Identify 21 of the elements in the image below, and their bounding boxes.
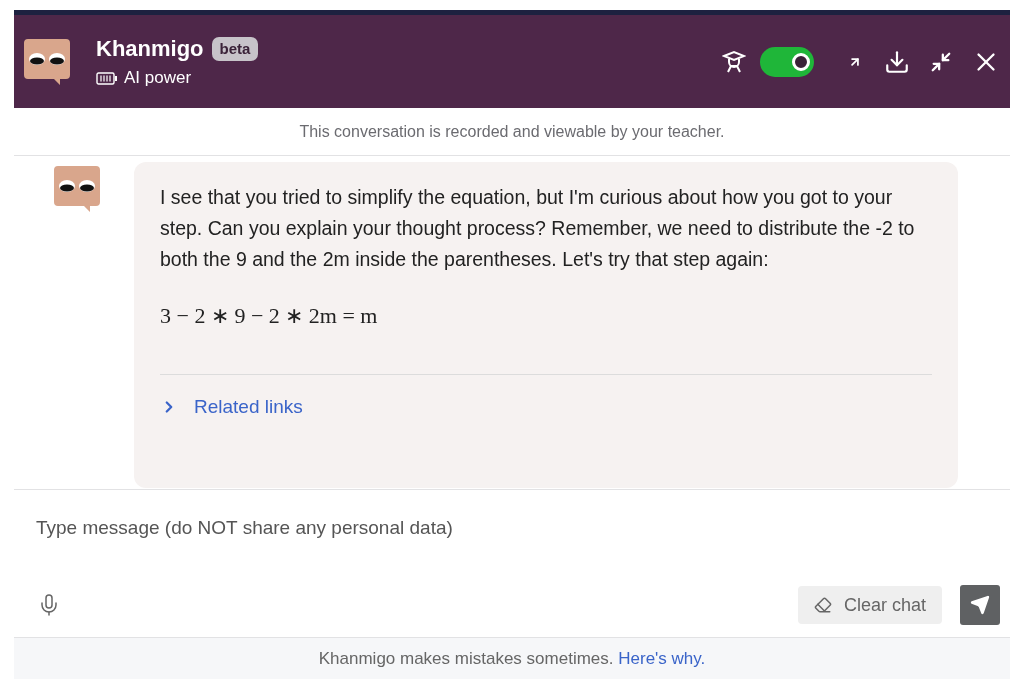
related-links-toggle[interactable]: Related links bbox=[160, 393, 303, 422]
teacher-mode-toggle[interactable] bbox=[760, 46, 814, 77]
avatar-icon bbox=[52, 164, 102, 214]
battery-icon bbox=[96, 71, 118, 85]
minimize-icon bbox=[930, 50, 952, 73]
send-icon bbox=[970, 595, 990, 615]
recording-notice: This conversation is recorded and viewable by your teacher. bbox=[299, 121, 725, 142]
download-icon bbox=[884, 48, 910, 75]
message-text: I see that you tried to simplify the equation, but I'm curious about how you got to your step. Can you explain your thought process? Remember, we need to distribute the -2 to both the 9 and the 2m inside the parentheses. Let's try that step again: bbox=[160, 185, 916, 272]
equation: 3 − 2 ∗ 9 − 2 ∗ 2m = m bbox=[160, 302, 379, 330]
clear-chat-button[interactable]: Clear chat bbox=[797, 586, 942, 624]
eraser-icon bbox=[813, 596, 832, 614]
ai-power-label: AI power bbox=[124, 67, 192, 90]
avatar-icon bbox=[22, 36, 72, 87]
chat-title: Khanmigo bbox=[96, 35, 204, 64]
disclaimer-text: Khanmigo makes mistakes sometimes. Here's why. bbox=[318, 647, 706, 670]
beta-badge: beta bbox=[211, 36, 259, 61]
graduation-cap-icon bbox=[722, 49, 746, 74]
heres-why-link[interactable]: Here's why. bbox=[618, 648, 706, 668]
send-button[interactable] bbox=[960, 585, 1000, 625]
message-input[interactable]: Type message (do NOT share any personal data) bbox=[36, 514, 736, 543]
